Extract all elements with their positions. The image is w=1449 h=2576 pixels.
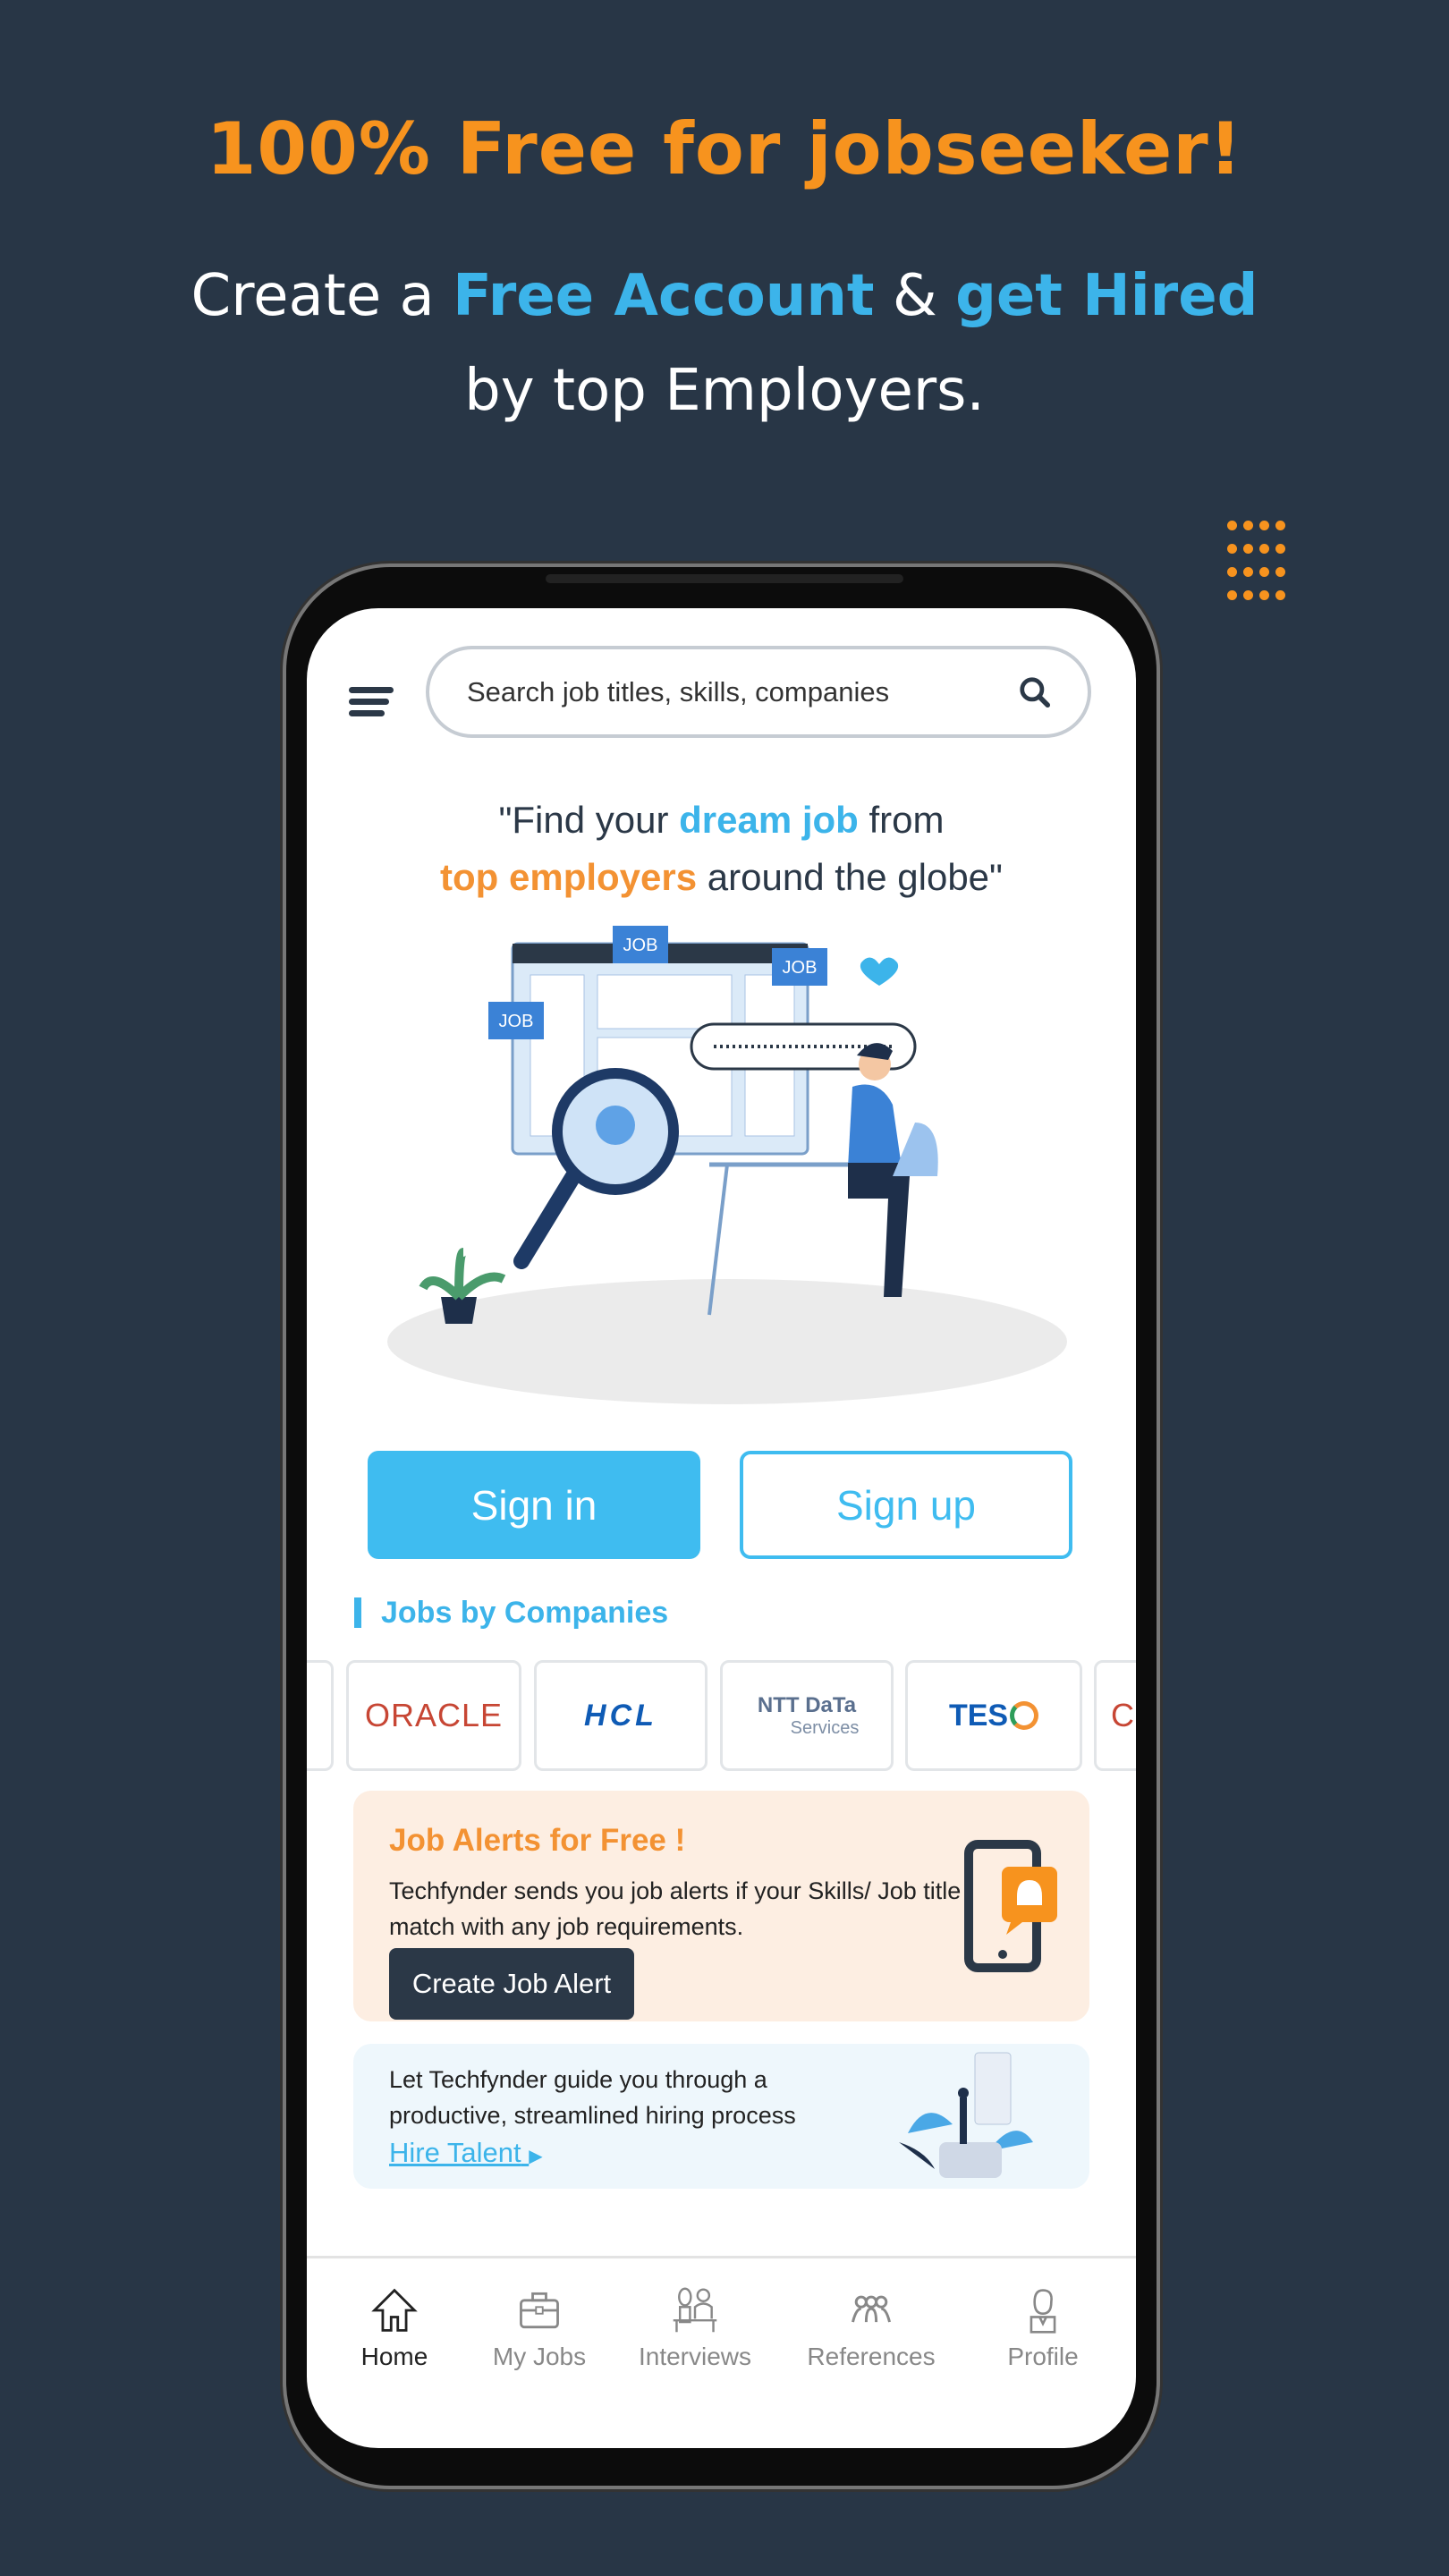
nav-references[interactable]: References	[791, 2285, 952, 2371]
promo-highlight: Free Account	[453, 263, 875, 329]
company-card-oracle[interactable]: ORACLE	[346, 1660, 521, 1771]
company-card[interactable]: C	[1094, 1660, 1136, 1771]
tagline-text: around the globe"	[697, 856, 1003, 898]
job-alert-description: Techfynder sends you job alerts if your …	[389, 1877, 962, 1940]
tagline-highlight: dream job	[679, 799, 859, 841]
svg-text:JOB: JOB	[499, 1012, 534, 1031]
promo-subtitle: Create a Free Account & get Hired by top…	[0, 249, 1449, 438]
job-tag: JOB	[772, 948, 827, 986]
search-input[interactable]: Search job titles, skills, companies	[426, 646, 1091, 738]
nav-my-jobs[interactable]: My Jobs	[459, 2285, 620, 2371]
phone-bell-icon	[964, 1840, 1057, 1972]
promo-text: &	[874, 263, 956, 329]
profile-icon	[1030, 2289, 1056, 2334]
svg-text:JOB: JOB	[623, 936, 658, 955]
hire-talent-card: Let Techfynder guide you through a produc…	[353, 2044, 1089, 2189]
app-screen: Search job titles, skills, companies "Fi…	[307, 608, 1136, 2448]
oracle-logo: ORACLE	[364, 1697, 504, 1733]
hire-talent-link[interactable]: Hire Talent ▶	[389, 2137, 543, 2169]
search-icon[interactable]	[1018, 675, 1052, 709]
company-card-tes[interactable]: TES	[905, 1660, 1082, 1771]
promo-text: Create a	[191, 263, 453, 329]
tagline-text: "Find your	[498, 799, 680, 841]
promo-text: by top Employers.	[464, 358, 985, 424]
tagline: "Find your dream job from top employers …	[307, 792, 1136, 906]
promo-highlight: get Hired	[955, 263, 1258, 329]
ntt-data-logo: NTT DaTa	[757, 1692, 857, 1717]
home-icon	[371, 2288, 418, 2332]
decorative-dots	[1227, 521, 1292, 603]
hiring-illustration	[899, 2052, 1033, 2178]
create-job-alert-button[interactable]: Create Job Alert	[389, 1948, 634, 2020]
job-alert-card: Job Alerts for Free ! Techfynder sends y…	[353, 1791, 1089, 2021]
sign-up-button[interactable]: Sign up	[740, 1451, 1072, 1559]
company-card-hcl[interactable]: HCL	[534, 1660, 708, 1771]
company-card-ntt-data[interactable]: NTT DaTa Services	[720, 1660, 894, 1771]
tagline-text: from	[858, 799, 945, 841]
hcl-logo: HCL	[584, 1698, 657, 1733]
job-search-illustration: JOB JOB JOB	[387, 926, 1067, 1404]
people-group-icon	[852, 2295, 891, 2323]
nav-label: Home	[360, 2343, 428, 2370]
phone-speaker	[546, 574, 903, 583]
promo-headline: 100% Free for jobseeker!	[206, 107, 1243, 191]
nav-label: Profile	[1007, 2343, 1079, 2370]
svg-text:JOB: JOB	[783, 958, 818, 978]
company-card[interactable]	[307, 1660, 334, 1771]
nav-profile[interactable]: Profile	[962, 2285, 1123, 2371]
tes-logo: TES	[948, 1698, 1009, 1733]
briefcase-icon	[520, 2292, 559, 2329]
sign-in-button[interactable]: Sign in	[368, 1451, 700, 1559]
caret-right-icon: ▶	[529, 2147, 543, 2166]
bottom-navigation: Home My Jobs Interviews References Profi…	[307, 2256, 1136, 2448]
nav-home[interactable]: Home	[314, 2285, 475, 2371]
nav-label: References	[807, 2343, 936, 2370]
tes-logo-ring-icon	[1010, 1701, 1039, 1730]
hire-talent-description: Let Techfynder guide you through a produc…	[389, 2062, 796, 2133]
hire-text: Let Techfynder guide you through a	[389, 2066, 767, 2093]
hire-text: productive, streamlined hiring process	[389, 2102, 796, 2129]
job-tag: JOB	[488, 1002, 544, 1039]
ntt-data-subtitle: Services	[790, 1717, 860, 1738]
hamburger-menu-icon[interactable]	[349, 687, 394, 717]
hire-talent-label: Hire Talent	[389, 2137, 521, 2168]
section-title-jobs-by-companies: Jobs by Companies	[354, 1597, 668, 1628]
job-alert-title: Job Alerts for Free !	[389, 1823, 686, 1858]
search-placeholder: Search job titles, skills, companies	[467, 675, 890, 708]
nav-label: Interviews	[638, 2343, 752, 2370]
job-tag: JOB	[613, 926, 668, 963]
nav-label: My Jobs	[492, 2343, 587, 2370]
tagline-highlight: top employers	[440, 856, 698, 898]
interviews-icon	[673, 2287, 717, 2333]
nav-interviews[interactable]: Interviews	[614, 2285, 775, 2371]
